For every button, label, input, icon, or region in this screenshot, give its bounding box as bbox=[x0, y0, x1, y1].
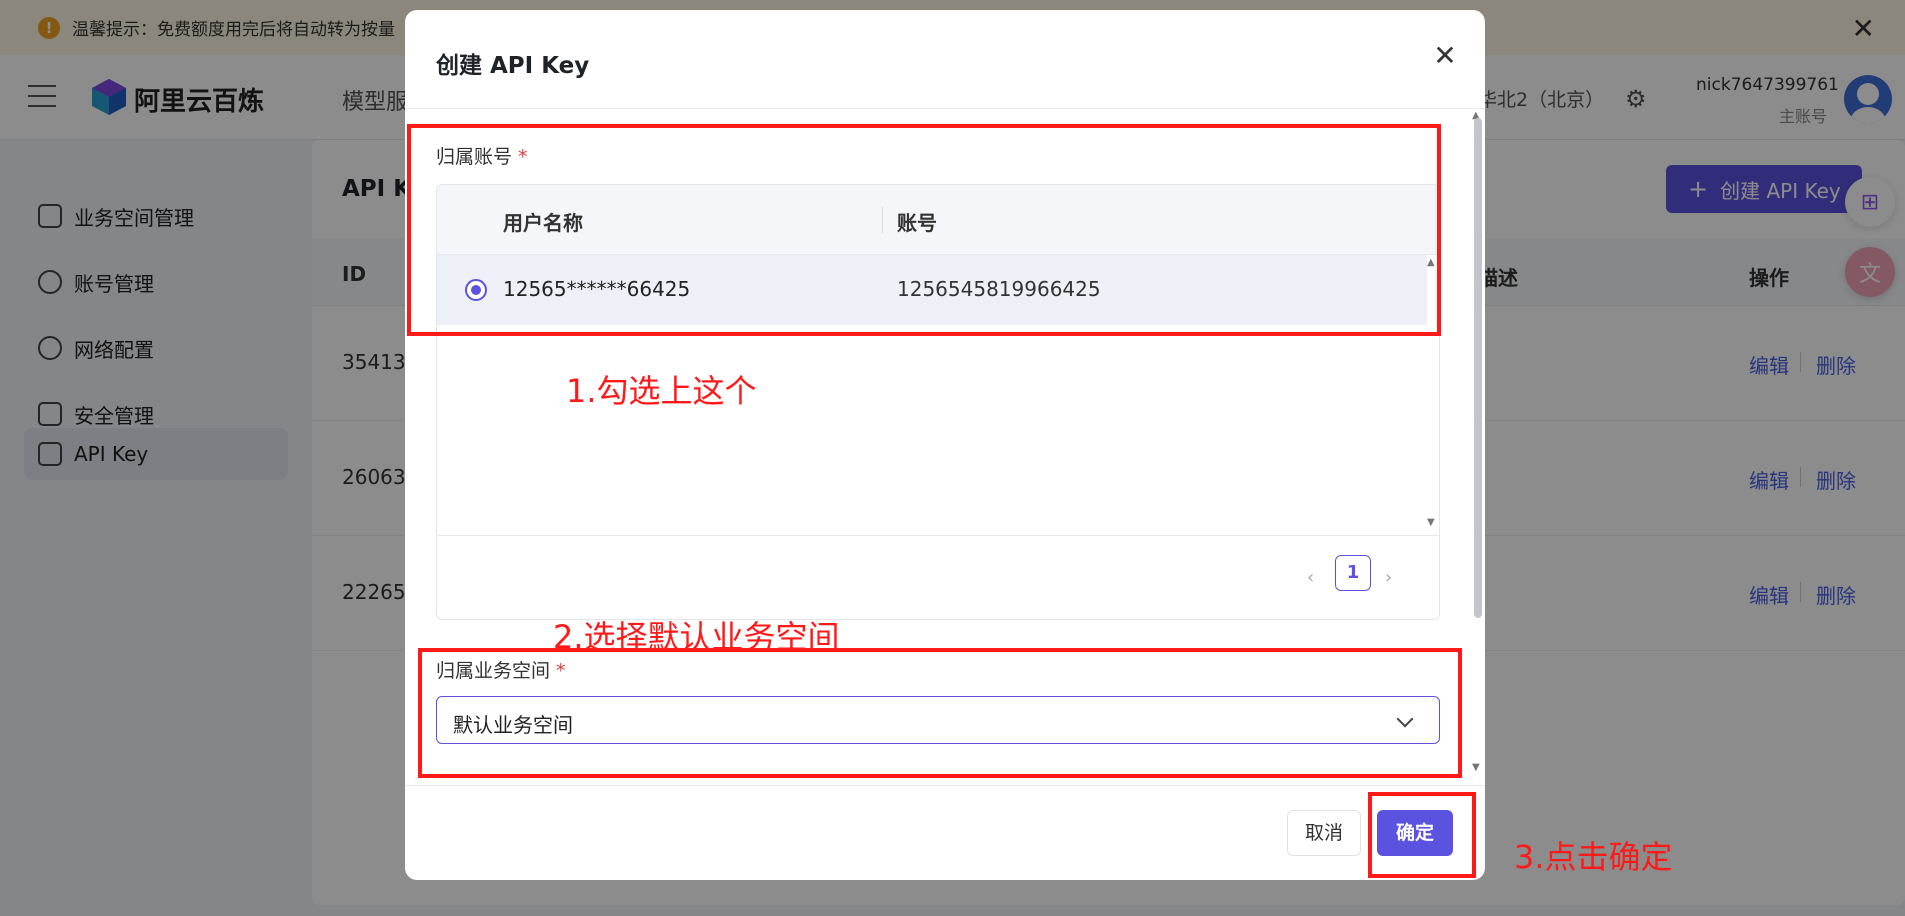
scroll-down-icon[interactable]: ▼ bbox=[1472, 762, 1480, 773]
dialog-scrollbar[interactable] bbox=[1474, 118, 1482, 618]
cancel-button[interactable]: 取消 bbox=[1287, 810, 1361, 856]
pager-prev-icon[interactable]: ‹ bbox=[1307, 567, 1314, 588]
close-icon[interactable]: ✕ bbox=[1429, 40, 1461, 72]
annotation-box-confirm bbox=[1368, 792, 1476, 878]
annotation-step3: 3.点击确定 bbox=[1514, 838, 1673, 876]
pager-page[interactable]: 1 bbox=[1335, 555, 1371, 591]
pager-next-icon[interactable]: › bbox=[1385, 567, 1392, 588]
dialog-title: 创建 API Key bbox=[436, 53, 590, 79]
annotation-step1: 1.勾选上这个 bbox=[566, 372, 757, 410]
annotation-box-workspace bbox=[418, 648, 1462, 778]
table-scroll-down-icon[interactable]: ▼ bbox=[1427, 517, 1435, 528]
annotation-box-account bbox=[407, 124, 1441, 336]
